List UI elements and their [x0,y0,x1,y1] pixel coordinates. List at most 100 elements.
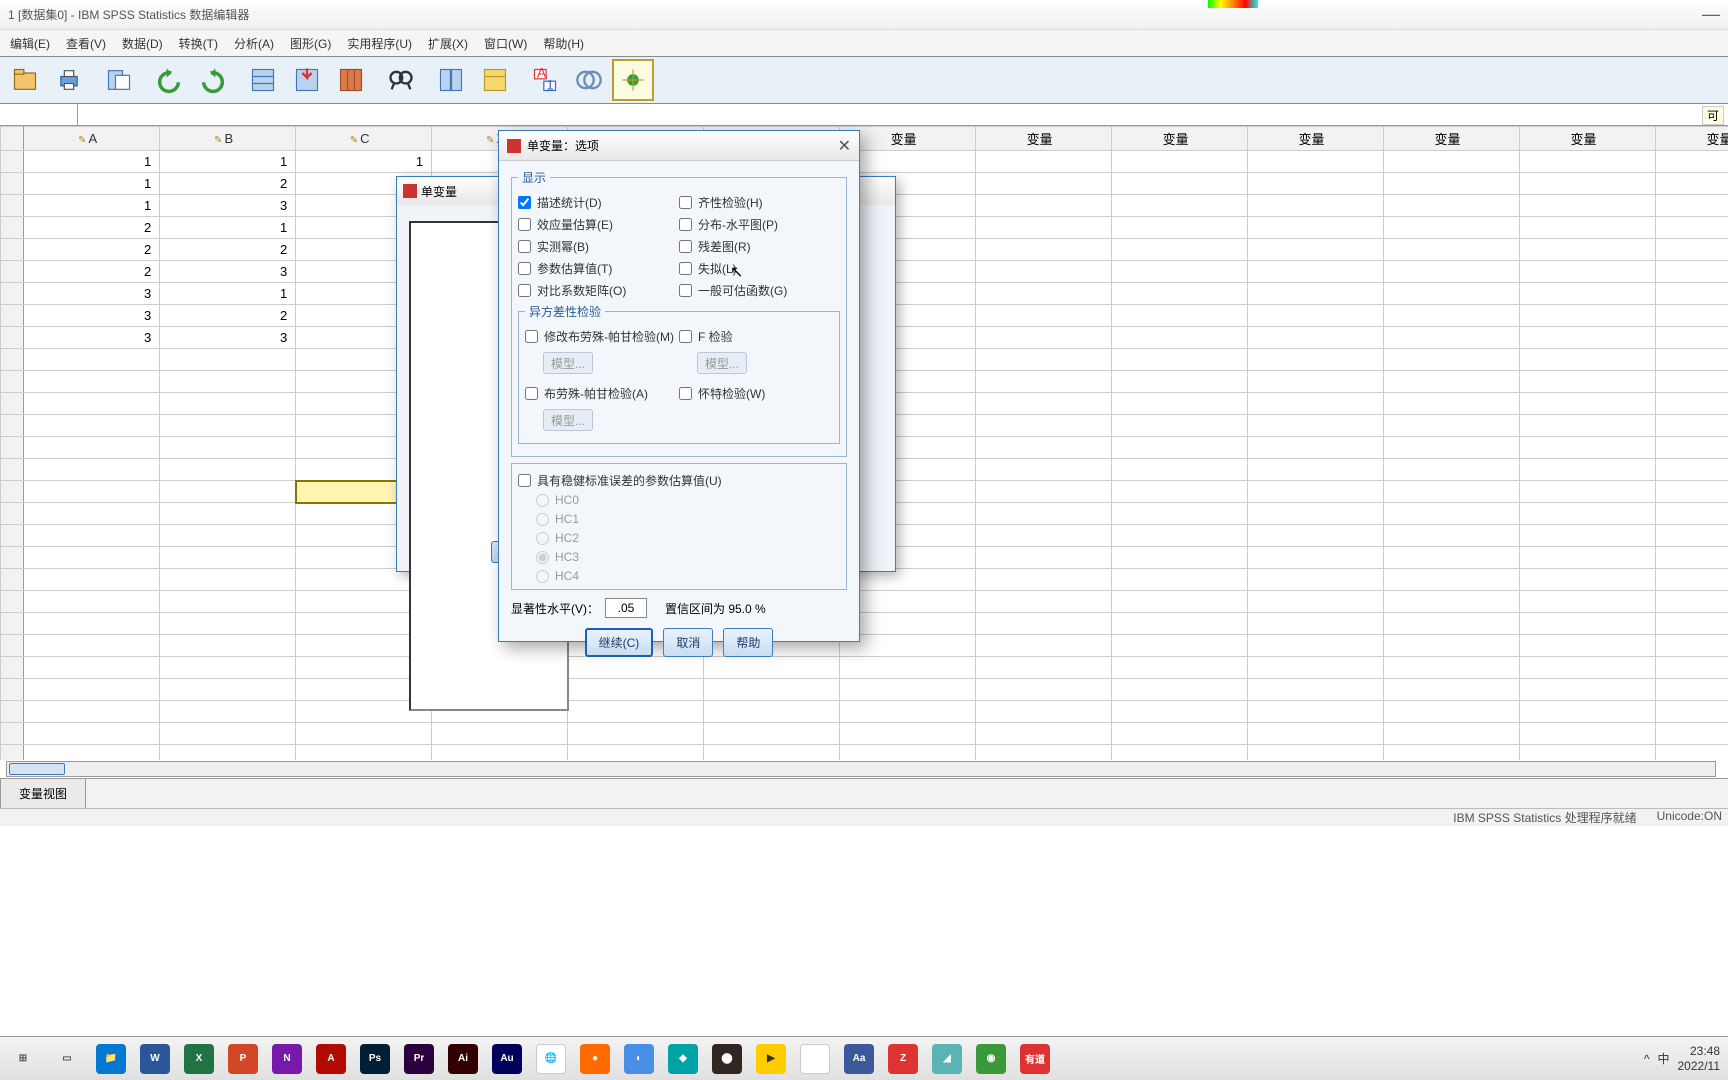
data-cell[interactable] [1384,591,1520,613]
taskbar-pr[interactable]: Pr [404,1044,434,1074]
data-cell[interactable] [1656,679,1728,701]
data-cell[interactable] [1384,393,1520,415]
value-labels-button[interactable]: A1 [524,59,566,101]
data-cell[interactable] [1248,195,1384,217]
data-cell[interactable] [1112,503,1248,525]
taskbar-youdao[interactable]: 有道 [1020,1044,1050,1074]
data-cell[interactable] [1384,239,1520,261]
tray-chevron-icon[interactable]: ^ [1644,1052,1650,1066]
row-header[interactable] [1,239,24,261]
menu-transform[interactable]: 转换(T) [179,35,218,52]
menu-utilities[interactable]: 实用程序(U) [347,35,412,52]
data-cell[interactable] [1248,349,1384,371]
data-cell[interactable]: 1 [160,217,296,239]
help-button[interactable]: 帮助 [723,628,773,657]
data-cell[interactable]: 3 [160,327,296,349]
data-cell[interactable] [1656,437,1728,459]
taskbar-word[interactable]: W [140,1044,170,1074]
data-cell[interactable] [1248,217,1384,239]
data-cell[interactable] [160,481,296,503]
taskbar-app6[interactable]: Z [888,1044,918,1074]
data-cell[interactable] [1384,415,1520,437]
taskbar-obs[interactable]: ⬤ [712,1044,742,1074]
taskbar-excel[interactable]: X [184,1044,214,1074]
data-cell[interactable] [1520,393,1656,415]
data-cell[interactable] [24,613,160,635]
data-cell[interactable] [1384,745,1520,761]
data-cell[interactable] [976,415,1112,437]
data-cell[interactable] [24,745,160,761]
data-cell[interactable] [1656,635,1728,657]
data-cell[interactable] [1248,745,1384,761]
data-cell[interactable] [1112,327,1248,349]
data-cell[interactable] [1112,151,1248,173]
data-cell[interactable] [1384,723,1520,745]
data-cell[interactable] [1112,591,1248,613]
data-cell[interactable] [1656,217,1728,239]
row-header[interactable] [1,723,24,745]
data-cell[interactable] [24,503,160,525]
data-cell[interactable] [1384,305,1520,327]
row-header[interactable] [1,547,24,569]
row-header[interactable] [1,745,24,761]
undo-button[interactable] [148,59,190,101]
data-cell[interactable] [1112,195,1248,217]
data-cell[interactable] [1384,173,1520,195]
data-cell[interactable]: 3 [24,327,160,349]
data-cell[interactable] [1248,591,1384,613]
taskbar-folder[interactable]: 📁 [96,1044,126,1074]
column-header[interactable]: 变量 [976,127,1112,151]
data-cell[interactable] [160,437,296,459]
row-header[interactable] [1,613,24,635]
data-cell[interactable] [1520,591,1656,613]
data-cell[interactable] [1112,635,1248,657]
data-cell[interactable] [1112,657,1248,679]
row-header[interactable] [1,393,24,415]
data-cell[interactable] [1384,437,1520,459]
data-cell[interactable] [976,151,1112,173]
data-cell[interactable]: 1 [24,195,160,217]
data-cell[interactable] [1248,283,1384,305]
recall-dialog-button[interactable] [98,59,140,101]
taskbar-app3[interactable]: ◆ [668,1044,698,1074]
print-button[interactable] [48,59,90,101]
data-cell[interactable] [1112,239,1248,261]
data-cell[interactable] [1112,525,1248,547]
data-cell[interactable] [1520,349,1656,371]
name-box[interactable] [0,104,78,125]
data-cell[interactable] [1656,503,1728,525]
lack-of-fit-checkbox[interactable]: 失拟(L) [679,260,840,277]
data-cell[interactable]: 3 [24,283,160,305]
data-cell[interactable] [24,591,160,613]
data-cell[interactable] [1248,481,1384,503]
row-header[interactable] [1,481,24,503]
data-cell[interactable] [160,657,296,679]
data-cell[interactable] [1520,415,1656,437]
data-cell[interactable] [1248,173,1384,195]
contrast-matrix-checkbox[interactable]: 对比系数矩阵(O) [518,282,679,299]
data-cell[interactable] [432,745,568,761]
data-cell[interactable] [1248,701,1384,723]
data-cell[interactable] [1520,173,1656,195]
taskview-button[interactable]: ▭ [52,1044,82,1074]
f-test-checkbox[interactable]: F 检验 [679,328,833,345]
data-cell[interactable] [24,437,160,459]
data-cell[interactable] [976,701,1112,723]
find-button[interactable] [380,59,422,101]
data-cell[interactable] [1248,525,1384,547]
data-cell[interactable] [1248,239,1384,261]
parameter-est-checkbox[interactable]: 参数估算值(T) [518,260,679,277]
data-cell[interactable] [568,723,704,745]
data-cell[interactable] [1248,393,1384,415]
row-header[interactable] [1,261,24,283]
row-header[interactable] [1,173,24,195]
data-cell[interactable] [1656,349,1728,371]
data-cell[interactable] [1112,261,1248,283]
column-header[interactable]: 变量 [1248,127,1384,151]
taskbar-onenote[interactable]: N [272,1044,302,1074]
data-cell[interactable] [1384,217,1520,239]
data-cell[interactable] [840,151,976,173]
data-cell[interactable] [160,569,296,591]
data-cell[interactable] [1384,459,1520,481]
redo-button[interactable] [192,59,234,101]
